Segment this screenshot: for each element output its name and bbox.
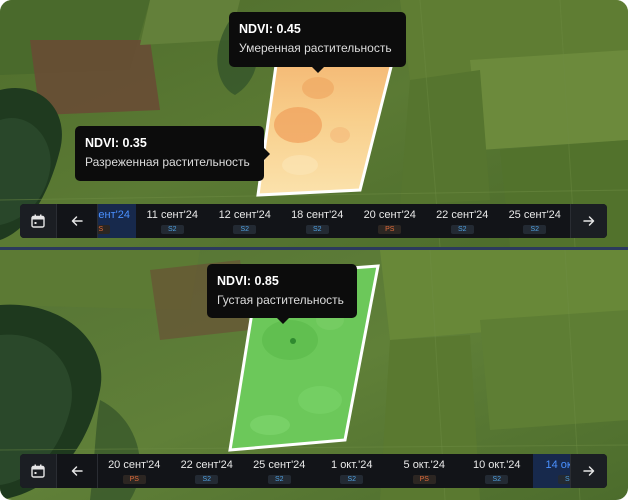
source-badge: S2: [160, 224, 184, 234]
timeline-dates: 20 сент'24 PS 22 сент'24 S2 25 сент'24 S…: [98, 454, 570, 488]
ndvi-value: NDVI: 0.45: [239, 22, 301, 36]
timeline-date-item[interactable]: сент'24 PS: [98, 204, 136, 238]
arrow-right-icon: [583, 216, 595, 226]
date-label: 11 сент'24: [146, 208, 199, 221]
next-date-button[interactable]: [570, 204, 607, 238]
date-label: 22 сент'24: [436, 208, 489, 221]
timeline-dates: сент'24 PS 11 сент'24 S2 12 сент'24 S2 1…: [98, 204, 570, 238]
source-badge: S2: [233, 224, 257, 234]
timeline-date-item[interactable]: 25 сент'24 S2: [499, 204, 571, 238]
source-badge: S2: [450, 224, 474, 234]
source-badge: PS: [122, 474, 146, 484]
arrow-left-icon: [71, 466, 83, 476]
prev-date-button[interactable]: [57, 204, 98, 238]
calendar-button[interactable]: [20, 454, 57, 488]
ndvi-tooltip-dense: NDVI: 0.85 Густая растительность: [207, 264, 357, 324]
source-badge: S2: [340, 474, 364, 484]
timeline-date-item[interactable]: 11 сент'24 S2: [136, 204, 209, 238]
timeline-date-item[interactable]: 22 сент'24 S2: [426, 204, 499, 238]
date-timeline: 20 сент'24 PS 22 сент'24 S2 25 сент'24 S…: [20, 454, 607, 488]
source-badge: S2: [305, 224, 329, 234]
ndvi-tooltip-sparse: NDVI: 0.35 Разреженная растительность: [75, 126, 270, 181]
ndvi-comparison-view: NDVI: 0.45 Умеренная растительность NDVI…: [0, 0, 628, 500]
source-badge: S2: [195, 474, 219, 484]
source-badge: S2: [267, 474, 291, 484]
timeline-date-item[interactable]: 18 сент'24 S2: [281, 204, 354, 238]
timeline-date-item[interactable]: 20 сент'24 PS: [354, 204, 427, 238]
ndvi-description: Разреженная растительность: [85, 155, 250, 169]
next-date-button[interactable]: [570, 454, 607, 488]
calendar-icon: [31, 464, 45, 478]
arrow-right-icon: [583, 466, 595, 476]
timeline-date-item[interactable]: 10 окт.'24 S2: [461, 454, 534, 488]
ndvi-value: NDVI: 0.35: [85, 136, 147, 150]
source-badge: PS: [412, 474, 436, 484]
date-label: 20 сент'24: [108, 458, 161, 471]
ndvi-tooltip-moderate: NDVI: 0.45 Умеренная растительность: [229, 12, 406, 73]
date-label: 25 сент'24: [508, 208, 561, 221]
calendar-button[interactable]: [20, 204, 57, 238]
source-badge: S2: [523, 224, 547, 234]
ndvi-value: NDVI: 0.85: [217, 274, 279, 288]
timeline-date-item[interactable]: 20 сент'24 PS: [98, 454, 171, 488]
ndvi-description: Умеренная растительность: [239, 41, 392, 55]
timeline-date-item-selected[interactable]: 14 окт.'24 S2: [533, 454, 570, 488]
date-label: 5 окт.'24: [403, 458, 445, 471]
arrow-left-icon: [71, 216, 83, 226]
source-badge: PS: [378, 224, 402, 234]
source-badge: S2: [485, 474, 509, 484]
ndvi-panel-moderate: NDVI: 0.45 Умеренная растительность NDVI…: [0, 0, 628, 247]
timeline-date-item[interactable]: 1 окт.'24 S2: [316, 454, 389, 488]
date-label: 10 окт.'24: [472, 458, 521, 471]
calendar-icon: [31, 214, 45, 228]
date-label: 14 окт.'24: [545, 458, 570, 471]
prev-date-button[interactable]: [57, 454, 98, 488]
timeline-date-item[interactable]: 5 окт.'24 PS: [388, 454, 461, 488]
date-label: 1 окт.'24: [331, 458, 373, 471]
timeline-date-item[interactable]: 12 сент'24 S2: [209, 204, 282, 238]
date-label: 12 сент'24: [218, 208, 271, 221]
date-label: сент'24: [98, 208, 130, 221]
date-label: 22 сент'24: [180, 458, 233, 471]
ndvi-panel-dense: NDVI: 0.85 Густая растительность 20 сент…: [0, 250, 628, 500]
source-badge: S2: [557, 474, 570, 484]
date-label: 20 сент'24: [363, 208, 416, 221]
ndvi-description: Густая растительность: [217, 293, 344, 307]
date-timeline: сент'24 PS 11 сент'24 S2 12 сент'24 S2 1…: [20, 204, 607, 238]
timeline-date-item[interactable]: 25 сент'24 S2: [243, 454, 316, 488]
source-badge: PS: [98, 224, 110, 234]
date-label: 25 сент'24: [253, 458, 306, 471]
timeline-date-item[interactable]: 22 сент'24 S2: [171, 454, 244, 488]
date-label: 18 сент'24: [291, 208, 344, 221]
